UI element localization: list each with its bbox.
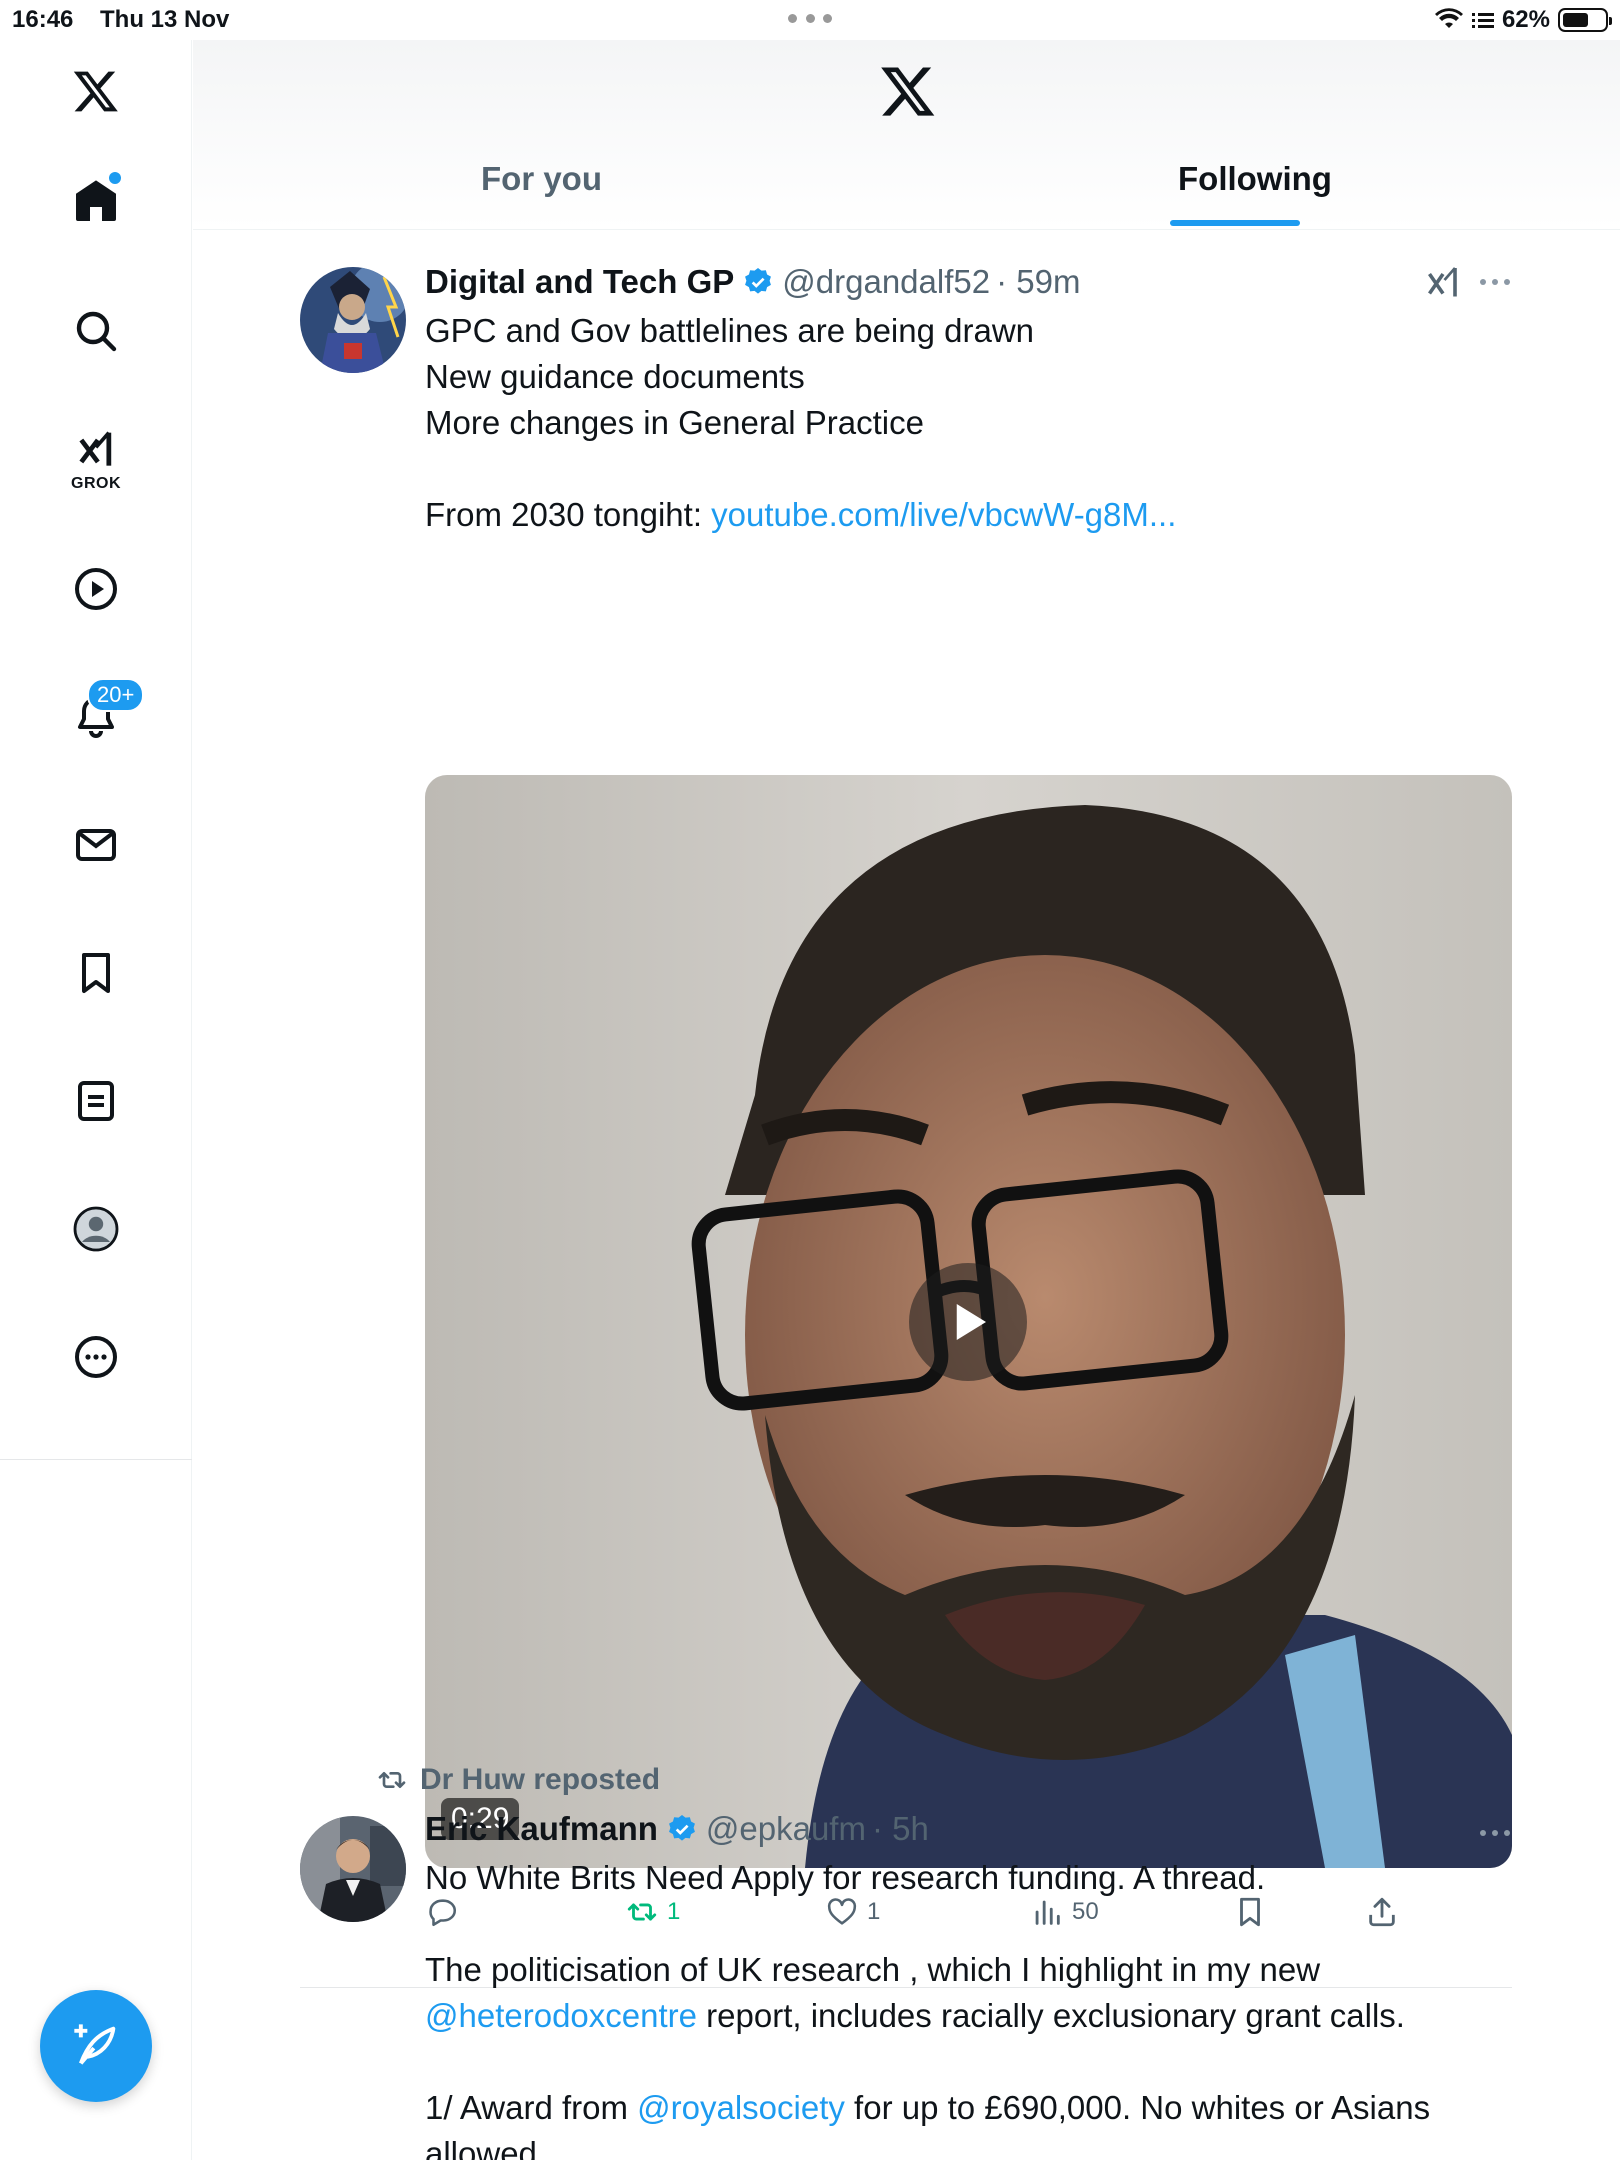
post-line: No White Brits Need Apply for research f… [425,1859,1266,1896]
repost-icon [378,1772,406,1788]
tab-for-you[interactable]: For you [481,160,602,198]
post-line: New guidance documents [425,358,805,395]
post-time[interactable]: · 59m [996,263,1080,301]
more-options-icon[interactable] [1480,1830,1510,1840]
more-options-icon[interactable] [1480,279,1510,289]
status-indicators: 62% [1434,5,1612,35]
sidebar-item-bookmarks[interactable] [55,932,137,1014]
battery-icon [1558,8,1612,32]
play-circle-icon [75,568,117,610]
post-line: From 2030 tongiht: youtube.com/live/vbcw… [425,492,1176,538]
home-new-dot [109,172,121,184]
repost-context: Dr Huw reposted [376,1763,660,1797]
post-line: GPC and Gov battlelines are being drawn [425,312,1035,349]
sidebar-item-home[interactable] [55,160,137,242]
post-time[interactable]: · 5h [872,1810,929,1848]
post-header: Digital and Tech GP @drgandalf52 · 59m [425,263,1080,301]
sidebar-item-messages[interactable] [55,804,137,886]
home-icon [76,180,116,221]
youtube-link[interactable]: youtube.com/live/vbcwW-g8M... [711,496,1176,533]
sidebar-item-more[interactable] [55,1316,137,1398]
sidebar-item-x-logo[interactable] [55,50,137,132]
active-tab-indicator [1170,220,1300,226]
sidebar-item-videos[interactable] [55,548,137,630]
verified-badge-icon [668,1815,695,1841]
list-status-icon [1471,13,1494,28]
author-handle[interactable]: @epkaufm [706,1810,866,1848]
author-avatar[interactable] [300,267,406,373]
sidebar-item-profile[interactable] [55,1188,137,1270]
grok-explain-icon[interactable] [1425,265,1461,301]
compose-post-button[interactable] [40,1990,152,2102]
post-line: @heterodoxcentre report, includes racial… [425,1993,1512,2039]
sidebar: GROK 20+ [0,40,192,2160]
profile-avatar-icon [73,1206,119,1252]
mention-link[interactable]: @heterodoxcentre [425,1997,697,2034]
post-text-segment: 1/ Award from [425,2089,638,2126]
post-text-segment: for up to £690,000. No whites or Asians [844,2089,1431,2126]
video-player[interactable]: 0:29 [425,775,1512,1868]
multitasking-dots-icon[interactable] [788,14,832,24]
more-circle-icon [75,1336,117,1378]
feather-plus-icon [74,2024,116,2065]
battery-percent: 62% [1501,6,1550,33]
post-line: More changes in General Practice [425,404,924,441]
post-line: 1/ Award from @royalsociety for up to £6… [425,2085,1512,2131]
list-document-icon [78,1081,114,1121]
play-button[interactable] [909,1263,1027,1381]
status-time: 16:46 [12,6,74,33]
sidebar-item-lists[interactable] [55,1060,137,1142]
x-logo-icon [73,71,118,112]
author-name[interactable]: Digital and Tech GP [425,263,734,301]
sidebar-divider [0,1459,192,1460]
post-line: allowed. [425,2135,547,2160]
repost-by-label[interactable]: Dr Huw reposted [420,1763,660,1797]
author-name[interactable]: Eric Kaufmann [425,1810,658,1848]
play-icon [956,1304,986,1340]
post-text-segment: report, includes racially exclusionary g… [697,1997,1405,2034]
link-prefix: From 2030 tongiht: [425,496,712,533]
timeline-header: For you Following [193,40,1620,230]
sidebar-item-grok[interactable]: GROK [55,420,137,502]
bookmark-icon [82,953,110,993]
search-icon [76,311,117,352]
post-header: Eric Kaufmann @epkaufm · 5h [425,1810,929,1848]
mention-link[interactable]: @royalsociety [637,2089,845,2126]
envelope-icon [76,829,116,861]
grok-label: GROK [71,475,121,492]
grok-icon [79,431,112,466]
post-body: GPC and Gov battlelines are being drawn … [425,308,1176,538]
post-line: The politicisation of UK research , whic… [425,1951,1321,1988]
author-avatar[interactable] [300,1816,406,1922]
wifi-icon [1434,8,1463,28]
sidebar-item-notifications[interactable]: 20+ [55,676,145,758]
post-body: No White Brits Need Apply for research f… [425,1855,1512,2160]
author-handle[interactable]: @drgandalf52 [782,263,990,301]
x-logo-icon [881,67,935,116]
sidebar-item-search[interactable] [55,290,137,372]
notifications-badge: 20+ [87,678,145,712]
status-bar: 16:46 Thu 13 Nov 62% [0,0,1620,40]
verified-badge-icon [745,268,772,294]
status-date: Thu 13 Nov [100,6,230,33]
tab-following[interactable]: Following [1178,160,1332,198]
